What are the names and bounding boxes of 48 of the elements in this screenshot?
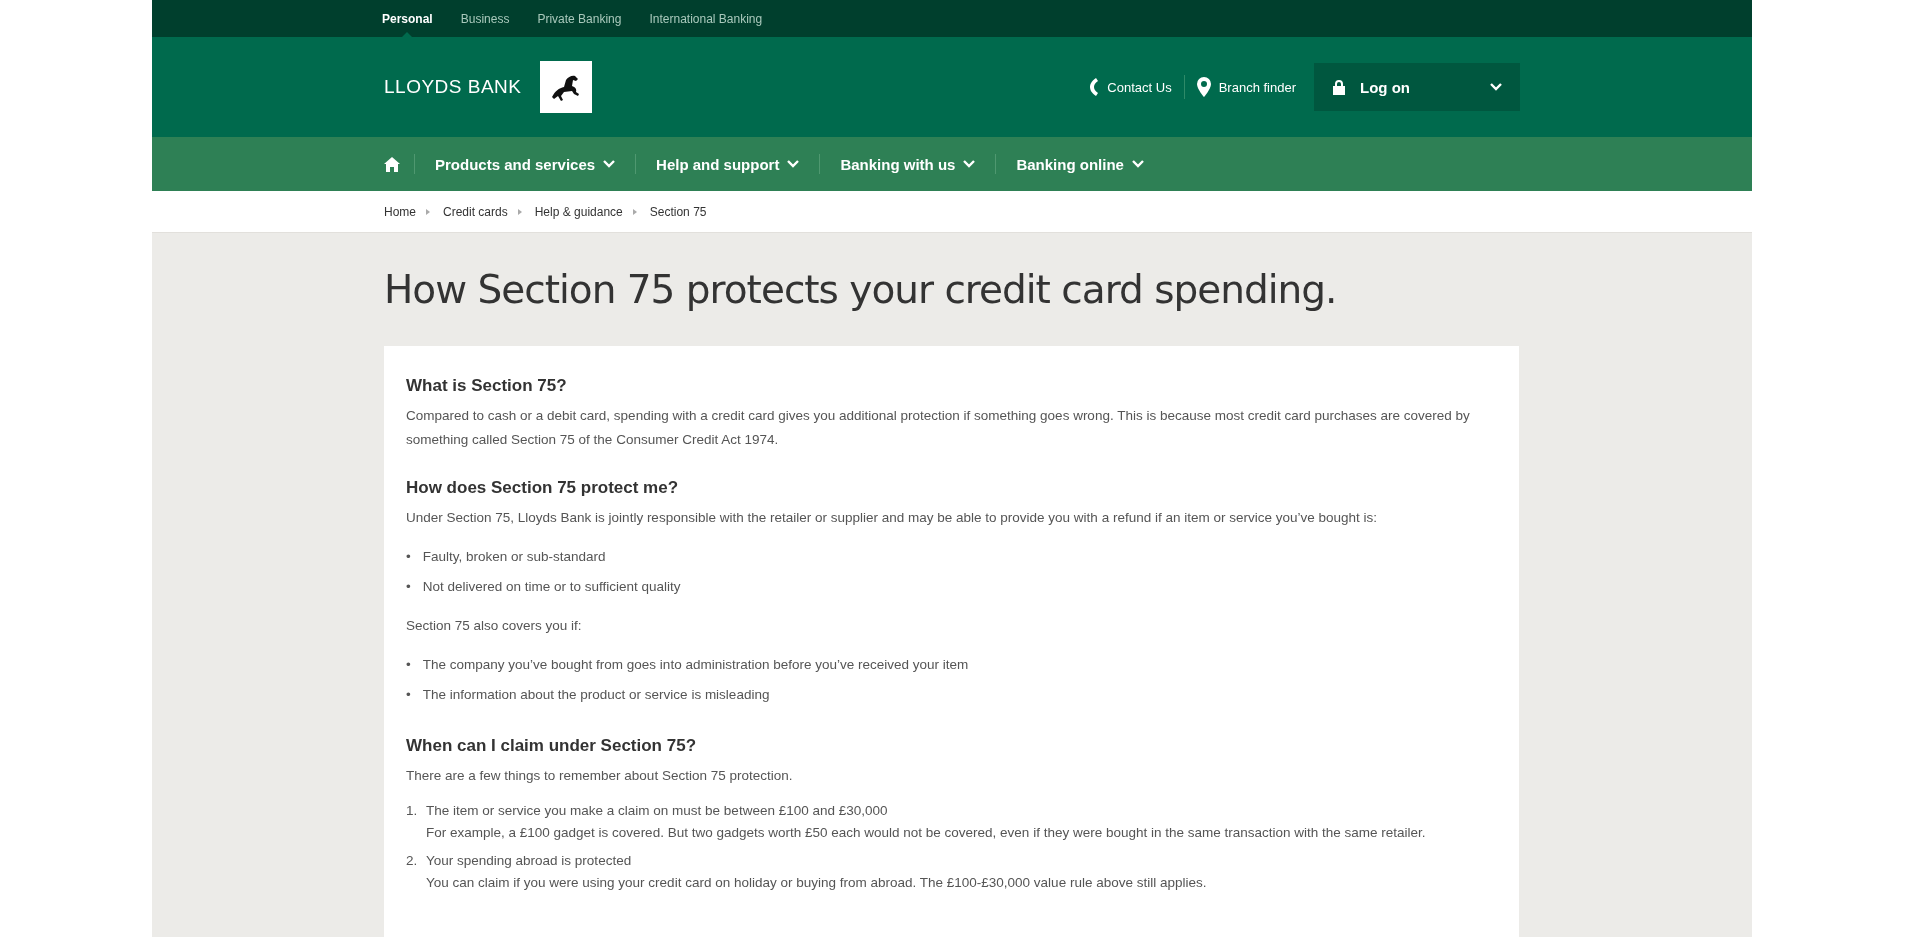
bullet-marker: • [406,578,411,596]
chevron-down-icon [787,160,800,168]
phone-icon [1089,77,1100,97]
list-item-title: The item or service you make a claim on must be between £100 and £30,000 [426,802,889,820]
log-on-button[interactable]: Log on [1314,63,1520,111]
segment-tab[interactable]: Personal [382,0,433,37]
list-number: 2. [406,852,418,870]
paragraph: There are a few things to remember about Section 75 protection. [406,767,794,785]
list-number: 1. [406,802,418,820]
breadcrumb-link[interactable]: Credit cards [443,204,508,219]
segment-tab[interactable]: International Banking [649,0,763,37]
nav-menu-item[interactable]: Help and support [636,155,820,173]
chevron-down-icon [1490,83,1502,91]
paragraph: Under Section 75, Lloyds Bank is jointly responsible with the retailer or supplier and may be able to provide you with a refund if an item or service you’ve bought is: [406,509,1379,527]
section-heading: How does Section 75 protect me? [406,478,680,498]
list-item-title: Your spending abroad is protected [426,852,633,870]
bullet-marker: • [406,686,411,704]
bullet-item: Faulty, broken or sub-standard [422,548,606,566]
section-heading: What is Section 75? [406,376,568,396]
nav-menu-item[interactable]: Products and services [415,155,636,173]
segment-tab[interactable]: Business [460,0,510,37]
bullet-item: The company you’ve bought from goes into administration before you’ve received your item [422,656,969,674]
page-title: How Section 75 protects your credit card spending. [384,267,1338,312]
home-icon[interactable] [384,156,400,172]
chevron-down-icon [1131,160,1144,168]
paragraph: Compared to cash or a debit card, spending with a credit card gives you additional protection if something goes wrong. This is because most credit card purchases are covered by something called Section 75 of the Consumer Credit Act 1974. [406,407,1471,449]
breadcrumb-link[interactable]: Home [384,204,416,219]
breadcrumb-link[interactable]: Section 75 [649,204,707,219]
bullet-item: The information about the product or service is misleading [422,686,770,704]
location-pin-icon [1196,77,1211,97]
breadcrumb-link[interactable]: Help & guidance [534,204,623,219]
chevron-down-icon [603,160,616,168]
horse-logo-icon [539,61,592,113]
contact-us-link[interactable]: Contact Us [1077,77,1184,97]
bullet-marker: • [406,548,411,566]
section-heading: When can I claim under Section 75? [406,736,697,756]
padlock-icon [1332,79,1346,95]
nav-menu-item[interactable]: Banking with us [820,155,996,173]
bullet-item: Not delivered on time or to sufficient quality [422,578,681,596]
chevron-down-icon [963,160,976,168]
segment-tab[interactable]: Private Banking [537,0,622,37]
brand-name: LLOYDS BANK [384,76,522,98]
paragraph: Section 75 also covers you if: [406,617,583,635]
list-item-detail: You can claim if you were using your credit card on holiday or buying from abroad. The £100-£30,000 value rule above still applies. [426,874,1207,892]
branch-finder-link[interactable]: Branch finder [1184,77,1308,97]
list-item-detail: For example, a £100 gadget is covered. But two gadgets worth £50 each would not be covered, even if they were bought in the same transaction with the same retailer. [426,824,1426,842]
bullet-marker: • [406,656,411,674]
nav-menu-item[interactable]: Banking online [996,155,1164,173]
